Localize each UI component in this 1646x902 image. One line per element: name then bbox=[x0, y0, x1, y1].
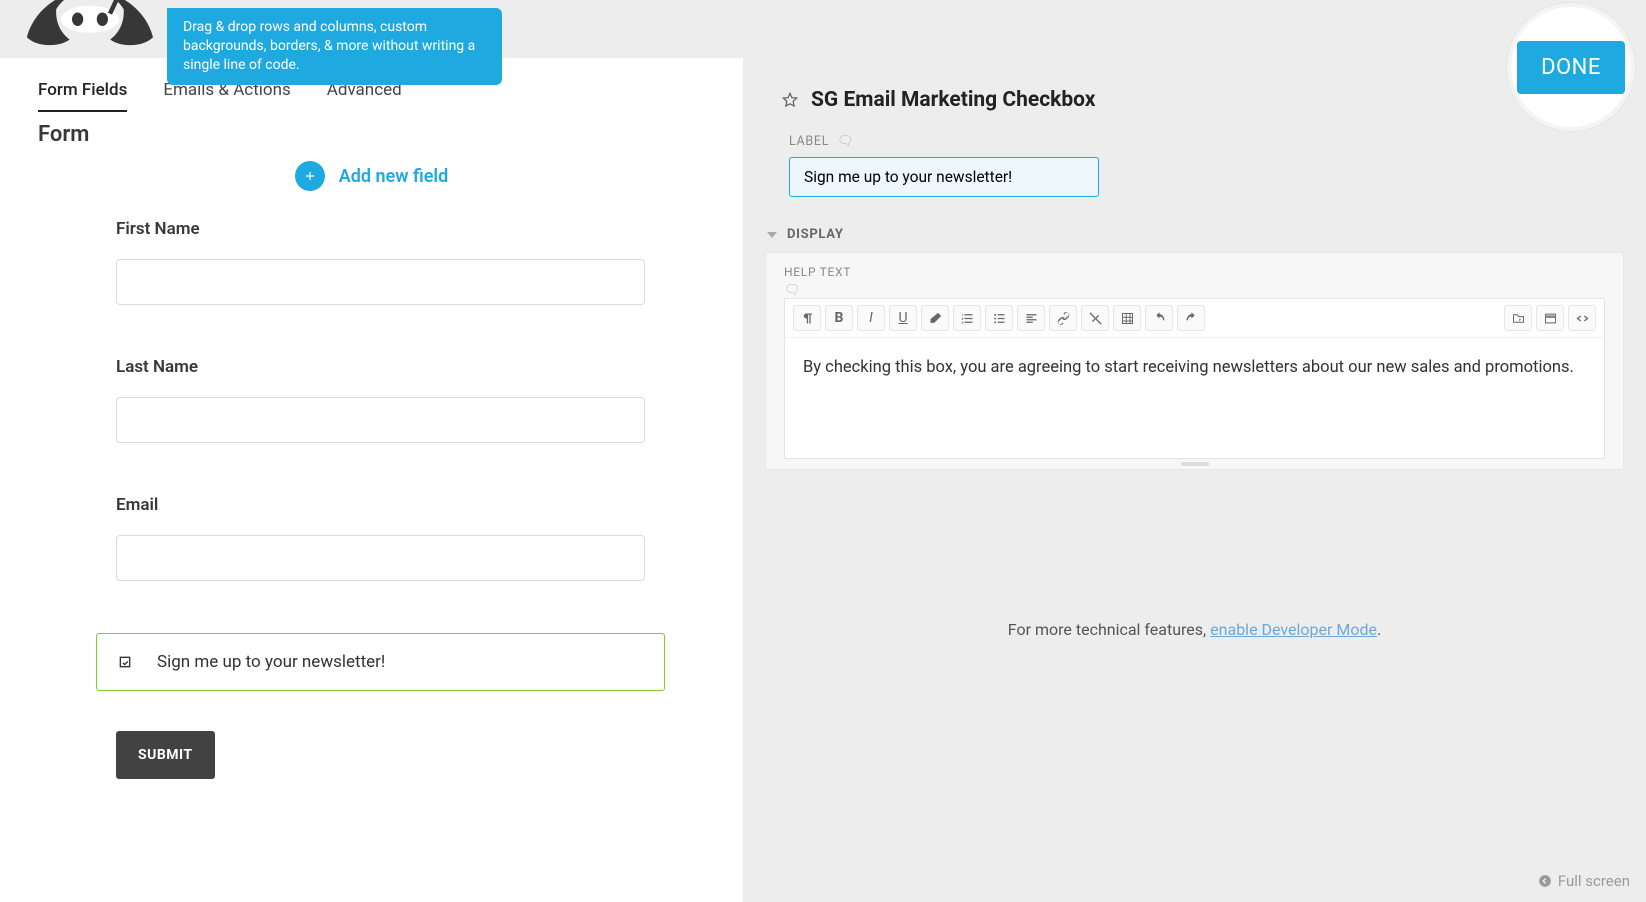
developer-mode-note: For more technical features, enable Deve… bbox=[743, 620, 1646, 639]
toolbar-italic-button[interactable]: I bbox=[857, 305, 885, 331]
help-text-body[interactable]: By checking this box, you are agreeing t… bbox=[785, 338, 1604, 458]
toolbar-table-button[interactable] bbox=[1113, 305, 1141, 331]
last-name-input[interactable] bbox=[116, 397, 645, 443]
form-title: Form bbox=[0, 112, 743, 147]
display-section-toggle[interactable]: DISPLAY bbox=[767, 227, 1646, 242]
field-email[interactable]: Email bbox=[116, 495, 645, 581]
star-outline-icon[interactable] bbox=[781, 91, 799, 109]
field-label: First Name bbox=[116, 219, 645, 239]
toolbar-eraser-button[interactable] bbox=[921, 305, 949, 331]
checkbox-field-label: Sign me up to your newsletter! bbox=[157, 652, 385, 672]
toolbar-underline-button[interactable]: U bbox=[889, 305, 917, 331]
toolbar-bold-button[interactable]: B bbox=[825, 305, 853, 331]
toolbar-unlink-button[interactable] bbox=[1081, 305, 1109, 331]
label-input[interactable] bbox=[789, 157, 1099, 197]
label-section: LABEL 🗨 bbox=[789, 134, 1612, 197]
panel-title: SG Email Marketing Checkbox bbox=[811, 88, 1096, 112]
field-label: Email bbox=[116, 495, 645, 515]
comment-icon[interactable]: 🗨 bbox=[784, 283, 1605, 298]
toolbar-redo-button[interactable] bbox=[1177, 305, 1205, 331]
comment-icon[interactable]: 🗨 bbox=[837, 134, 854, 149]
form-fields-list: First Name Last Name Email Sign me up to… bbox=[0, 219, 743, 779]
toolbar-unordered-list-button[interactable] bbox=[985, 305, 1013, 331]
builder-pane: Drag & drop rows and columns, custom bac… bbox=[0, 0, 743, 902]
submit-button[interactable]: SUBMIT bbox=[116, 731, 215, 779]
done-button[interactable]: DONE bbox=[1517, 41, 1625, 94]
builder-tabs: Form Fields Emails & Actions Advanced bbox=[0, 80, 743, 112]
toolbar-ordered-list-button[interactable] bbox=[953, 305, 981, 331]
plus-icon bbox=[295, 161, 325, 191]
toolbar-code-view-button[interactable] bbox=[1568, 305, 1596, 331]
toolbar-link-button[interactable] bbox=[1049, 305, 1077, 331]
help-text-editor: B I U By checking th bbox=[784, 298, 1605, 459]
first-name-input[interactable] bbox=[116, 259, 645, 305]
field-label: Last Name bbox=[116, 357, 645, 377]
field-last-name[interactable]: Last Name bbox=[116, 357, 645, 443]
chevron-down-icon bbox=[767, 232, 777, 238]
toolbar-align-button[interactable] bbox=[1017, 305, 1045, 331]
tooltip-text: Drag & drop rows and columns, custom bac… bbox=[183, 19, 475, 73]
help-text-heading: HELP TEXT bbox=[784, 265, 1605, 279]
settings-pane: DONE SG Email Marketing Checkbox LABEL 🗨… bbox=[743, 0, 1646, 902]
arrow-left-circle-icon bbox=[1538, 874, 1552, 888]
label-heading: LABEL 🗨 bbox=[789, 134, 1612, 149]
display-section: HELP TEXT 🗨 B I U bbox=[765, 252, 1624, 470]
toolbar-paragraph-button[interactable] bbox=[793, 305, 821, 331]
tab-emails-actions[interactable]: Emails & Actions bbox=[163, 80, 290, 112]
done-button-wrap: DONE bbox=[1506, 2, 1636, 132]
enable-developer-mode-link[interactable]: enable Developer Mode bbox=[1210, 620, 1377, 639]
toolbar-undo-button[interactable] bbox=[1145, 305, 1173, 331]
field-newsletter-checkbox[interactable]: Sign me up to your newsletter! bbox=[96, 633, 665, 691]
editor-toolbar: B I U bbox=[785, 299, 1604, 338]
editor-resize-handle[interactable] bbox=[784, 459, 1605, 469]
field-first-name[interactable]: First Name bbox=[116, 219, 645, 305]
toolbar-merge-tag-button[interactable] bbox=[1504, 305, 1532, 331]
add-new-field-button[interactable]: Add new field bbox=[0, 161, 743, 191]
tab-form-fields[interactable]: Form Fields bbox=[38, 80, 127, 112]
add-new-field-label: Add new field bbox=[339, 166, 449, 187]
email-input[interactable] bbox=[116, 535, 645, 581]
checkbox-checked-icon bbox=[117, 654, 133, 670]
toolbar-fullscreen-button[interactable] bbox=[1536, 305, 1564, 331]
builder-tooltip: Drag & drop rows and columns, custom bac… bbox=[167, 8, 502, 85]
tab-advanced[interactable]: Advanced bbox=[327, 80, 402, 112]
fullscreen-toggle[interactable]: Full screen bbox=[1538, 872, 1630, 890]
